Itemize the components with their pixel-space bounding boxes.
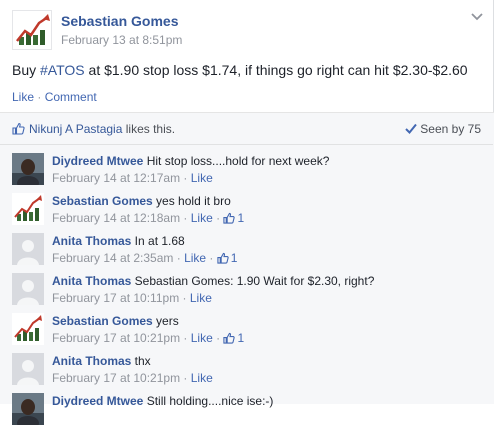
comment-item: Sebastian Gomes yes hold it bro February … bbox=[12, 193, 482, 229]
liker-name[interactable]: Nikunj A Pastagia bbox=[29, 122, 122, 136]
thumbs-up-icon[interactable] bbox=[223, 332, 236, 347]
comment-text: thx bbox=[131, 354, 151, 368]
meta-separator: · bbox=[212, 331, 224, 345]
facebook-post-card: Sebastian Gomes February 13 at 8:51pm Bu… bbox=[0, 0, 494, 425]
comment-like-count[interactable]: 1 bbox=[237, 331, 244, 345]
likes-suffix: likes this. bbox=[122, 122, 176, 136]
comment-text-line: Diydreed Mtwee Hit stop loss....hold for… bbox=[52, 154, 329, 168]
comment-text-line: Sebastian Gomes yes hold it bro bbox=[52, 194, 231, 208]
commenter-avatar[interactable] bbox=[12, 273, 44, 305]
checkmark-icon bbox=[405, 123, 418, 137]
meta-separator: · bbox=[212, 211, 224, 225]
likes-bar: Nikunj A Pastagia likes this. Seen by 75 bbox=[0, 113, 493, 145]
comment-like-count[interactable]: 1 bbox=[231, 251, 238, 265]
thumbs-up-icon[interactable] bbox=[217, 252, 229, 267]
comment-item: Anita Thomas In at 1.68 February 14 at 2:… bbox=[12, 233, 482, 269]
commenter-name[interactable]: Diydreed Mtwee bbox=[52, 394, 143, 408]
comment-text: yes hold it bro bbox=[152, 194, 231, 208]
commenter-avatar[interactable] bbox=[12, 233, 44, 265]
comment-item: Diydreed Mtwee Hit stop loss....hold for… bbox=[12, 153, 482, 189]
comments-section: Nikunj A Pastagia likes this. Seen by 75… bbox=[0, 112, 494, 425]
post-author-avatar[interactable] bbox=[12, 10, 52, 50]
comment-item: Anita Thomas thx February 17 at 10:21pm ·… bbox=[12, 353, 482, 389]
comment-timestamp[interactable]: February 17 at 10:11pm bbox=[52, 291, 179, 305]
comment-item: Anita Thomas Sebastian Gomes: 1.90 Wait … bbox=[12, 273, 482, 309]
comment-item: Sebastian Gomes yers February 17 at 10:21… bbox=[12, 313, 482, 349]
meta-separator: · bbox=[180, 171, 191, 185]
commenter-name[interactable]: Sebastian Gomes bbox=[52, 194, 153, 208]
comment-text: Sebastian Gomes: 1.90 Wait for $2.30, ri… bbox=[131, 274, 375, 288]
comment-link[interactable]: Comment bbox=[45, 90, 97, 104]
stock-chart-logo bbox=[13, 11, 51, 49]
comment-text: In at 1.68 bbox=[131, 234, 185, 248]
comment-meta: February 14 at 12:18am · Like · 1 bbox=[52, 211, 244, 227]
post-timestamp[interactable]: February 13 at 8:51pm bbox=[61, 33, 182, 47]
commenter-name[interactable]: Anita Thomas bbox=[52, 354, 131, 368]
comment-meta: February 17 at 10:11pm · Like bbox=[52, 291, 212, 305]
commenter-name[interactable]: Diydreed Mtwee bbox=[52, 154, 143, 168]
chevron-down-icon[interactable] bbox=[470, 10, 484, 24]
thumbs-up-icon bbox=[12, 122, 25, 138]
comment-text-line: Anita Thomas In at 1.68 bbox=[52, 234, 185, 248]
action-separator: · bbox=[34, 90, 45, 104]
comment-like-link[interactable]: Like bbox=[190, 291, 212, 305]
commenter-avatar[interactable] bbox=[12, 353, 44, 385]
post-body: Buy #ATOS at $1.90 stop loss $1.74, if t… bbox=[12, 62, 468, 78]
meta-separator: · bbox=[206, 251, 217, 265]
commenter-name[interactable]: Sebastian Gomes bbox=[52, 314, 153, 328]
comment-item: Diydreed Mtwee Still holding....nice ise… bbox=[12, 393, 482, 429]
hashtag-link[interactable]: #ATOS bbox=[40, 62, 85, 78]
commenter-avatar[interactable] bbox=[12, 313, 44, 345]
comment-like-link[interactable]: Like bbox=[184, 251, 206, 265]
commenter-avatar[interactable] bbox=[12, 193, 44, 225]
commenter-avatar[interactable] bbox=[12, 153, 44, 185]
meta-separator: · bbox=[179, 291, 190, 305]
comment-meta: February 17 at 10:21pm · Like · 1 bbox=[52, 331, 244, 347]
seen-by-label: Seen by 75 bbox=[420, 122, 481, 136]
meta-separator: · bbox=[180, 211, 191, 225]
likes-summary: Nikunj A Pastagia likes this. bbox=[12, 122, 175, 138]
comment-timestamp[interactable]: February 17 at 10:21pm bbox=[52, 331, 180, 345]
comment-text: Still holding....nice ise:-) bbox=[143, 394, 274, 408]
comment-text-line: Anita Thomas Sebastian Gomes: 1.90 Wait … bbox=[52, 274, 374, 288]
commenter-avatar[interactable] bbox=[12, 393, 44, 425]
comment-meta: February 14 at 2:35am · Like · 1 bbox=[52, 251, 237, 267]
post-text-suffix: at $1.90 stop loss $1.74, if things go r… bbox=[84, 62, 468, 78]
comment-like-count[interactable]: 1 bbox=[237, 211, 244, 225]
comment-text-line: Anita Thomas thx bbox=[52, 354, 151, 368]
post-author-name[interactable]: Sebastian Gomes bbox=[61, 13, 179, 29]
post-actions: Like · Comment bbox=[12, 90, 97, 104]
comment-text-line: Sebastian Gomes yers bbox=[52, 314, 179, 328]
post-text-prefix: Buy bbox=[12, 62, 41, 78]
comment-like-link[interactable]: Like bbox=[191, 171, 213, 185]
like-link[interactable]: Like bbox=[12, 90, 34, 104]
comment-like-link[interactable]: Like bbox=[191, 211, 213, 225]
comment-timestamp[interactable]: February 14 at 12:18am bbox=[52, 211, 180, 225]
comment-text: Hit stop loss....hold for next week? bbox=[143, 154, 330, 168]
meta-separator: · bbox=[180, 371, 191, 385]
comment-text-line: Diydreed Mtwee Still holding....nice ise… bbox=[52, 394, 273, 408]
comment-timestamp[interactable]: February 14 at 2:35am bbox=[52, 251, 173, 265]
comment-text: yers bbox=[152, 314, 179, 328]
comment-meta: February 17 at 10:21pm · Like bbox=[52, 371, 213, 385]
comment-like-link[interactable]: Like bbox=[191, 331, 213, 345]
comment-like-link[interactable]: Like bbox=[191, 371, 213, 385]
comment-meta: February 14 at 12:17am · Like bbox=[52, 171, 213, 185]
meta-separator: · bbox=[180, 331, 191, 345]
thumbs-up-icon[interactable] bbox=[223, 212, 236, 227]
meta-separator: · bbox=[173, 251, 185, 265]
comment-timestamp[interactable]: February 17 at 10:21pm bbox=[52, 371, 180, 385]
seen-by[interactable]: Seen by 75 bbox=[405, 122, 481, 137]
commenter-name[interactable]: Anita Thomas bbox=[52, 234, 131, 248]
commenter-name[interactable]: Anita Thomas bbox=[52, 274, 131, 288]
comment-timestamp[interactable]: February 14 at 12:17am bbox=[52, 171, 180, 185]
